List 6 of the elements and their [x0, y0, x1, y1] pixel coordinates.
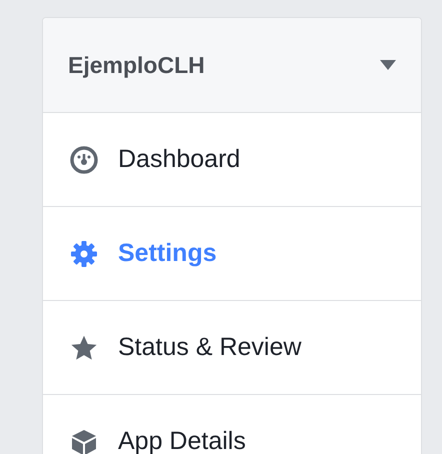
gauge-icon: [70, 146, 98, 174]
gear-icon: [70, 240, 98, 268]
cube-icon: [70, 428, 98, 454]
star-icon: [70, 334, 98, 362]
app-selector[interactable]: EjemploCLH: [43, 18, 421, 113]
caret-icon: [380, 60, 396, 70]
